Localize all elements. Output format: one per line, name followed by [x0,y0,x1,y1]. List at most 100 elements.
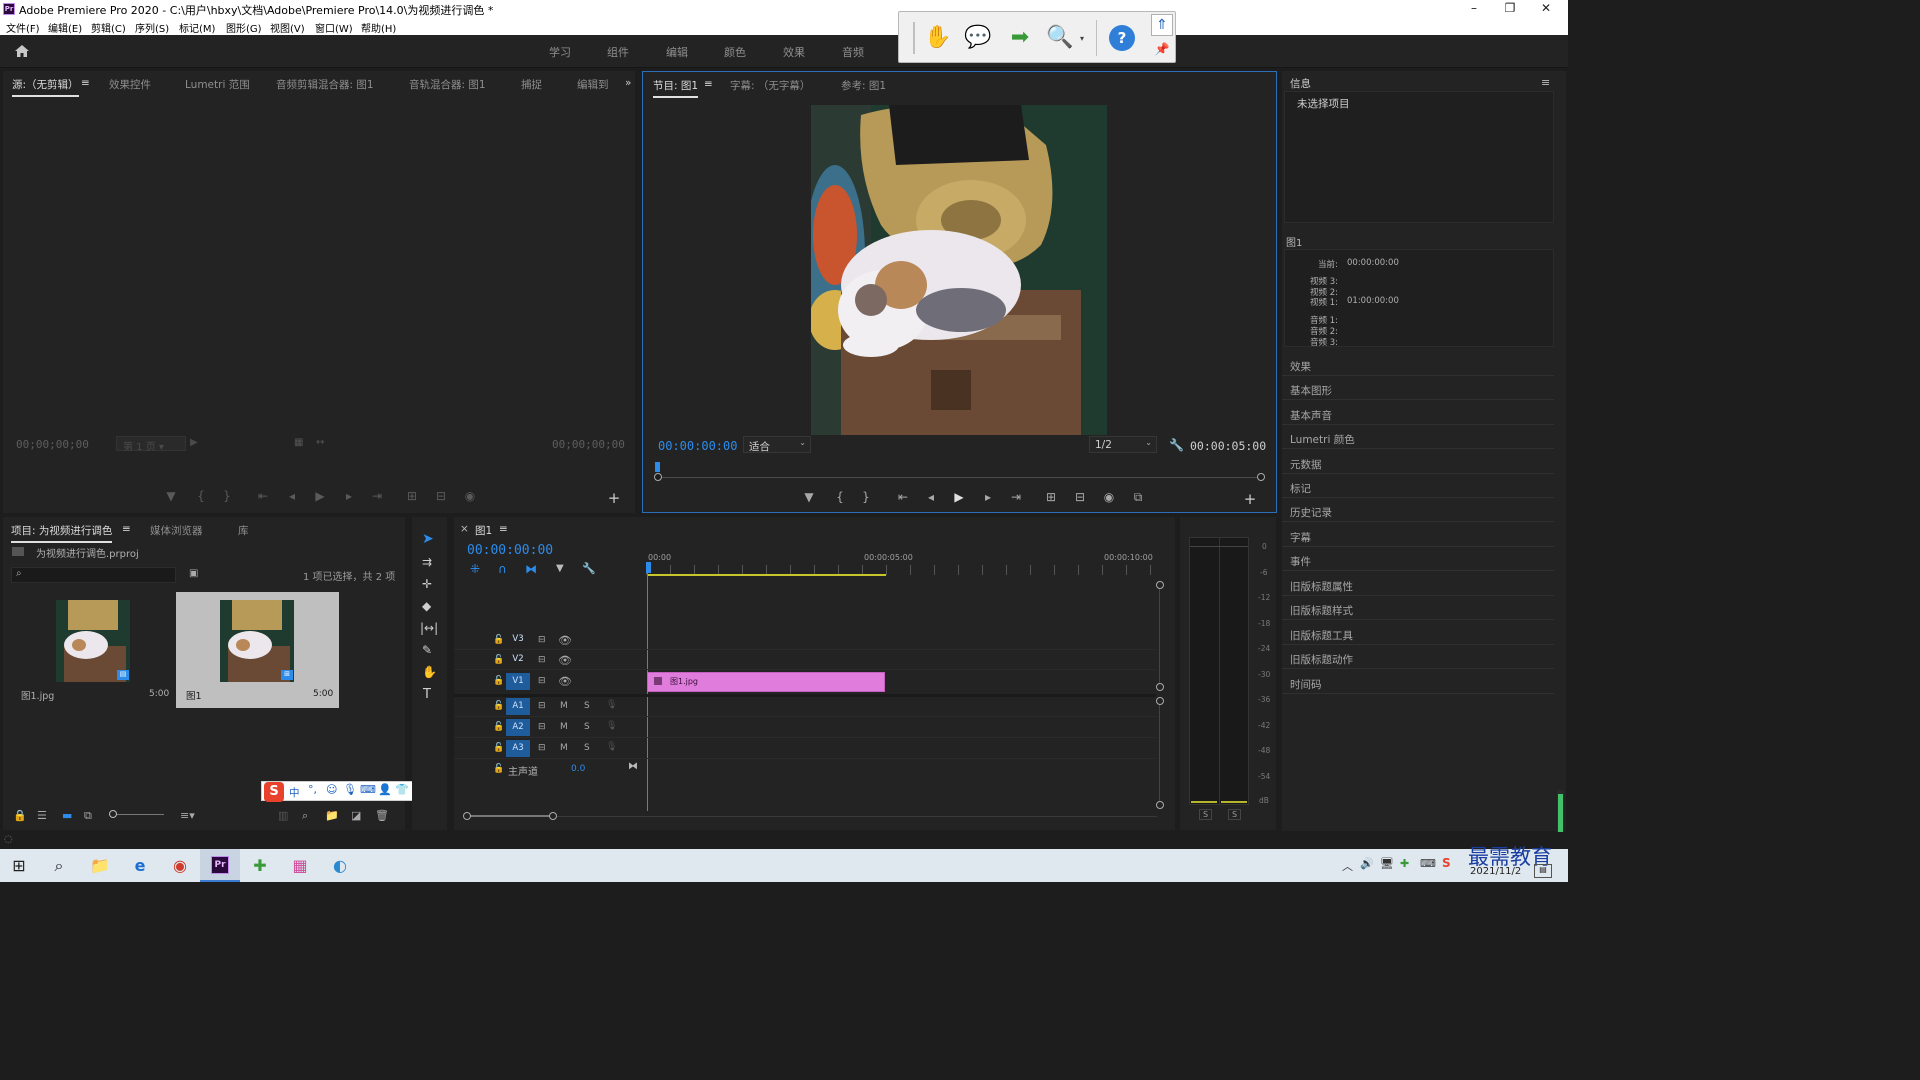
timeline-clip[interactable]: 图1.jpg [647,672,885,692]
notification-icon[interactable]: ▤ [1534,864,1552,878]
vertical-scroll-handle-audio[interactable] [1156,697,1164,705]
list-view-icon[interactable]: ☰ [37,809,47,822]
pen-tool-icon[interactable]: ✎ [422,643,432,657]
new-bin-from-search-icon[interactable]: ▣ [189,568,198,579]
microphone-icon[interactable]: 🎙 [343,783,357,796]
panel-metadata[interactable]: 元数据 [1282,452,1554,474]
master-volume-value[interactable]: 0.0 [571,764,585,774]
collapse-icon[interactable]: ⇑ [1151,14,1173,36]
network-icon[interactable]: 🖥 [1380,857,1394,870]
track-select-tool-icon[interactable]: ⇉ [422,555,432,569]
menu-edit[interactable]: 编辑(E) [48,20,82,35]
panel-events[interactable]: 事件 [1282,549,1554,571]
mark-in-icon[interactable]: { [193,489,209,503]
comment-icon[interactable]: 💬 [963,24,993,52]
ripple-edit-tool-icon[interactable]: ✛ [422,577,432,591]
mute-button[interactable]: M [560,701,568,711]
right-edge-scrollbar[interactable] [1557,790,1564,838]
program-panel-menu[interactable]: ≡ [704,78,713,90]
trash-icon[interactable]: 🗑 [375,809,389,822]
lock-icon[interactable]: 🔒 [13,809,27,822]
menu-marker[interactable]: 标记(M) [179,20,215,35]
linked-selection-icon[interactable]: ⧓ [525,562,537,576]
zoom-scrollbar-track[interactable] [657,477,1261,478]
tab-captions[interactable]: 字幕: （无字幕） [730,78,810,93]
menu-view[interactable]: 视图(V) [270,20,305,35]
vertical-scrollbar-video[interactable] [1159,589,1160,683]
edge-browser-icon[interactable]: e [127,854,153,878]
panel-legacy-title-styles[interactable]: 旧版标题样式 [1282,598,1554,620]
new-bin-icon[interactable]: 📁 [325,809,339,822]
add-marker-icon[interactable]: ▼ [801,490,817,504]
sync-lock-icon[interactable]: ⊟ [538,701,546,711]
tray-chevron-icon[interactable]: ︿ [1342,858,1353,874]
gallery-app-icon[interactable]: ◐ [327,854,353,878]
tab-audio-clip-mixer[interactable]: 音频剪辑混合器: 图1 [276,77,374,92]
menu-graphics[interactable]: 图形(G) [226,20,262,35]
tab-capture[interactable]: 捕捉 [521,77,542,92]
chrome-browser-icon[interactable]: ◉ [167,854,193,878]
export-icon[interactable]: ➡ [1005,24,1035,52]
emoji-icon[interactable]: ☺ [326,783,337,796]
microphone-icon[interactable]: 🎙 [606,721,617,731]
solo-left-button[interactable]: S [1199,809,1213,820]
new-item-icon[interactable]: ◪ [351,809,361,822]
workspace-tab-color[interactable]: 颜色 [724,44,746,60]
skin-icon[interactable]: 👕 [395,783,409,796]
solo-right-button[interactable]: S [1228,809,1242,820]
horizontal-scroll-handle-right[interactable] [549,812,557,820]
export-frame-icon[interactable]: ◉ [462,489,478,503]
project-search-input[interactable]: ⌕ [11,567,176,583]
vertical-scroll-handle-mid[interactable] [1156,683,1164,691]
timeline-playhead-handle[interactable] [646,562,651,573]
vertical-scroll-handle-bottom[interactable] [1156,801,1164,809]
mute-button[interactable]: M [560,743,568,753]
program-timecode-playhead[interactable]: 00:00:00:00 [658,439,737,453]
user-icon[interactable]: 👤 [378,783,392,796]
nest-toggle-icon[interactable]: ⁜ [470,562,480,576]
green-app-icon[interactable]: ✚ [247,854,273,878]
track-lock-icon[interactable]: 🔓 [493,764,504,774]
taskbar-premiere-active[interactable]: Pr [200,849,240,882]
tab-lumetri-scopes[interactable]: Lumetri 范围 [185,77,250,92]
sync-lock-icon[interactable]: ⊟ [538,722,546,732]
track-lock-icon[interactable]: 🔓 [493,722,504,732]
solo-button[interactable]: S [584,743,590,753]
tab-reference[interactable]: 参考: 图1 [841,78,886,93]
track-lock-icon[interactable]: 🔓 [493,676,504,686]
colorful-app-icon[interactable]: ▦ [287,854,313,878]
panel-effects[interactable]: 效果 [1282,354,1554,376]
play-icon[interactable]: ▶ [951,490,967,504]
search-icon[interactable]: ⌕ [46,854,72,878]
track-v3-toggle[interactable]: V3 [506,631,530,648]
sort-icons-icon[interactable]: ≡▾ [180,809,195,822]
zoom-level-select[interactable]: 适合 ⌄ [743,436,811,453]
hand-icon[interactable]: ✋ [923,24,953,52]
source-panel-menu[interactable]: ≡ [81,77,90,89]
tab-effect-controls[interactable]: 效果控件 [109,77,151,92]
toolbar-grip[interactable] [913,22,915,54]
type-tool-icon[interactable]: T [423,687,431,702]
mark-in-icon[interactable]: { [832,490,848,504]
keyboard-icon[interactable]: ⌨ [360,783,376,796]
eye-icon[interactable]: 👁 [558,654,572,667]
help-icon[interactable]: ? [1109,25,1135,51]
slip-tool-icon[interactable]: |↔| [420,621,438,635]
freeform-view-icon[interactable]: ⧉ [84,809,92,823]
insert-icon[interactable]: ⊞ [404,489,420,503]
menu-help[interactable]: 帮助(H) [361,20,396,35]
sync-lock-icon[interactable]: ⊟ [538,655,546,665]
right-edge-scroll-thumb[interactable] [1558,794,1563,832]
export-frame-icon[interactable]: ◉ [1101,490,1117,504]
panel-legacy-title-properties[interactable]: 旧版标题属性 [1282,574,1554,596]
go-to-in-icon[interactable]: ⇤ [255,489,271,503]
source-timecode-playhead[interactable]: 00;00;00;00 [16,438,89,451]
sync-lock-icon[interactable]: ⊟ [538,743,546,753]
sync-lock-icon[interactable]: ⊟ [538,635,546,645]
maximize-button[interactable]: ❐ [1492,0,1528,18]
scroll-handle-right[interactable] [1257,473,1265,481]
go-to-out-icon[interactable]: ⇥ [369,489,385,503]
panel-markers[interactable]: 标记 [1282,476,1554,498]
panel-legacy-title-actions[interactable]: 旧版标题动作 [1282,647,1554,669]
program-video-frame[interactable] [811,105,1107,435]
